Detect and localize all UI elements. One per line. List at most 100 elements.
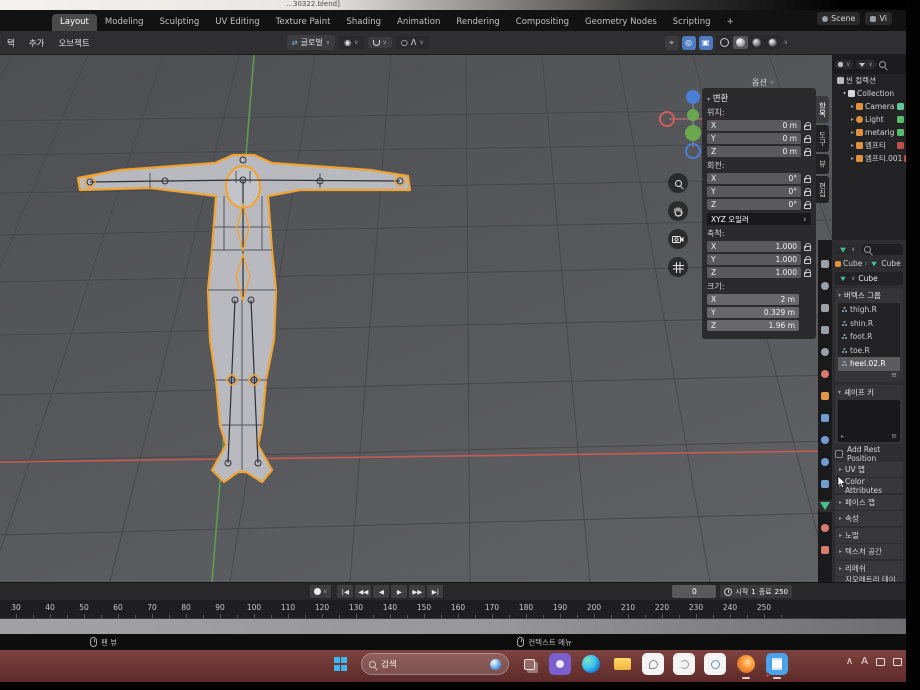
snap-dropdown[interactable]: ∨: [368, 37, 392, 48]
properties-tab-output[interactable]: [818, 302, 832, 314]
outliner-item-Collection[interactable]: ▾Collection: [832, 87, 906, 100]
panel-페이스 맵[interactable]: ▸페이스 맵: [835, 495, 903, 510]
lock-icon[interactable]: [804, 191, 811, 196]
show-overlays-toggle[interactable]: ◎: [682, 36, 696, 50]
camera-view-button[interactable]: [668, 229, 688, 249]
outliner-item-Camera[interactable]: ▸Camera: [832, 100, 906, 113]
mesh-datablock-selector[interactable]: ∨ Cube: [835, 272, 903, 285]
perspective-toggle-button[interactable]: [668, 257, 688, 277]
n-panel-tab-편집[interactable]: 편집: [816, 176, 829, 203]
panel-텍스처 공간[interactable]: ▸텍스처 공간: [835, 544, 903, 559]
timeline-scrollbar[interactable]: [0, 618, 906, 634]
specials-menu-icon[interactable]: ≡: [891, 432, 897, 440]
workspace-tab--[interactable]: +: [719, 14, 742, 31]
taskbar-app-white-app-spiral[interactable]: [673, 653, 695, 675]
transform-field-z[interactable]: Z0°: [707, 199, 801, 210]
transform-field-x[interactable]: X1.000: [707, 241, 801, 252]
wireframe-shading-button[interactable]: [717, 36, 732, 49]
vertex-group-foot.R[interactable]: foot.R: [838, 330, 900, 344]
lock-icon[interactable]: [804, 259, 811, 264]
lock-icon[interactable]: [804, 125, 811, 130]
visibility-toggle-icon[interactable]: [897, 103, 904, 110]
properties-tab-object[interactable]: [818, 390, 832, 402]
solid-shading-button[interactable]: [733, 36, 748, 49]
chevron-down-icon[interactable]: ∨: [784, 39, 788, 46]
viewport-menu-1[interactable]: 추가: [22, 37, 52, 49]
taskbar-app-blender[interactable]: [735, 653, 757, 675]
taskbar-app-purple-app[interactable]: [549, 653, 571, 675]
workspace-tab-modeling[interactable]: Modeling: [97, 14, 152, 31]
viewport-menu-2[interactable]: 오브젝트: [51, 37, 96, 49]
xray-toggle[interactable]: ▣: [699, 36, 713, 50]
end-frame-field[interactable]: 250: [775, 588, 788, 596]
outliner-filter-dropdown[interactable]: ∨: [856, 60, 875, 69]
n-panel-tab-항목[interactable]: 항목: [816, 96, 829, 123]
n-panel-tab-도구[interactable]: 도구: [816, 125, 829, 152]
disclosure-triangle-icon[interactable]: ▾: [843, 90, 846, 97]
3d-viewport[interactable]: X 옵션 ∨: [0, 55, 832, 582]
taskbar-app-white-app-ring[interactable]: [704, 653, 726, 675]
panel-Color Attributes[interactable]: ▸Color Attributes: [835, 478, 903, 493]
material-shading-button[interactable]: [749, 36, 764, 49]
outliner-search-icon[interactable]: [879, 61, 886, 68]
pivot-point-dropdown[interactable]: ◉ ∨: [339, 36, 363, 49]
zoom-view-button[interactable]: [668, 173, 688, 193]
properties-tab-tool[interactable]: [818, 258, 832, 270]
disclosure-triangle-icon[interactable]: ▸: [851, 129, 854, 136]
jump-to-end-button[interactable]: ▶|: [427, 585, 443, 598]
play-reverse-button[interactable]: ◀: [373, 585, 389, 598]
transform-field-z[interactable]: Z1.96 m: [707, 320, 799, 331]
transform-field-y[interactable]: Y0 m: [707, 133, 801, 144]
transform-field-x[interactable]: X0 m: [707, 120, 801, 131]
transform-field-z[interactable]: Z1.000: [707, 267, 801, 278]
properties-tab-view-layer[interactable]: [818, 324, 832, 336]
transform-orientation-dropdown[interactable]: ⇄ 글로벌 ∨: [287, 35, 335, 50]
outliner-item-엠프티.001[interactable]: ▸엠프티.001: [832, 152, 906, 165]
timeline-ruler[interactable]: 3040506070809010011012013014015016017018…: [0, 600, 906, 618]
view-layer-selector[interactable]: Vi: [865, 12, 892, 25]
disclosure-triangle-icon[interactable]: ▸: [851, 116, 854, 123]
add-rest-position-checkbox[interactable]: [835, 450, 843, 458]
properties-tab-constraints[interactable]: [818, 478, 832, 490]
taskbar-app-task-view[interactable]: [518, 653, 540, 675]
disclosure-triangle-icon[interactable]: ▸: [851, 103, 854, 110]
disclosure-triangle-icon[interactable]: ▸: [851, 142, 854, 149]
properties-editor-type-dropdown[interactable]: ∨: [835, 245, 858, 255]
tray-ime-indicator[interactable]: A: [861, 656, 868, 667]
transform-field-y[interactable]: Y0.329 m: [707, 307, 799, 318]
taskbar-app-file-explorer[interactable]: [611, 653, 633, 675]
workspace-tab-compositing[interactable]: Compositing: [508, 14, 577, 31]
transform-field-y[interactable]: Y1.000: [707, 254, 801, 265]
properties-search-input[interactable]: [861, 244, 903, 255]
vertex-groups-header[interactable]: ▾ 버텍스 그룹: [838, 290, 900, 301]
outliner-item-Light[interactable]: ▸Light: [832, 113, 906, 126]
transform-field-y[interactable]: Y0°: [707, 186, 801, 197]
current-frame-field[interactable]: 0: [672, 585, 716, 598]
n-panel-tab-뷰[interactable]: 뷰: [816, 154, 829, 174]
visibility-toggle-icon[interactable]: [897, 116, 904, 123]
lock-icon[interactable]: [804, 204, 811, 209]
properties-tab-physics[interactable]: [818, 456, 832, 468]
jump-to-start-button[interactable]: |◀: [337, 585, 353, 598]
outliner-display-mode-dropdown[interactable]: ∨: [835, 60, 853, 69]
workspace-tab-rendering[interactable]: Rendering: [448, 14, 507, 31]
rendered-shading-button[interactable]: [765, 36, 780, 49]
workspace-tab-animation[interactable]: Animation: [389, 14, 448, 31]
taskbar-app-edge-browser[interactable]: [580, 653, 602, 675]
rotation-mode-dropdown[interactable]: XYZ 오일러∨: [707, 213, 811, 225]
properties-tab-world[interactable]: [818, 368, 832, 380]
taskbar-app-white-app-pen[interactable]: [642, 653, 664, 675]
outliner-item-metarig[interactable]: ▸metarig: [832, 126, 906, 139]
tray-expand-icon[interactable]: ∧: [846, 656, 853, 667]
workspace-tab-scripting[interactable]: Scripting: [665, 14, 719, 31]
taskbar-app-blue-notes[interactable]: [766, 653, 788, 675]
workspace-tab-sculpting[interactable]: Sculpting: [152, 14, 208, 31]
workspace-tab-layout[interactable]: Layout: [52, 14, 97, 31]
lock-icon[interactable]: [804, 272, 811, 277]
properties-tab-texture[interactable]: [818, 544, 832, 556]
properties-tab-render[interactable]: [818, 280, 832, 292]
vertex-groups-specials[interactable]: ≡: [838, 371, 900, 380]
vertex-group-thigh.R[interactable]: thigh.R: [838, 303, 900, 317]
vertex-group-shin.R[interactable]: shin.R: [838, 317, 900, 331]
start-frame-field[interactable]: 1: [751, 588, 755, 596]
